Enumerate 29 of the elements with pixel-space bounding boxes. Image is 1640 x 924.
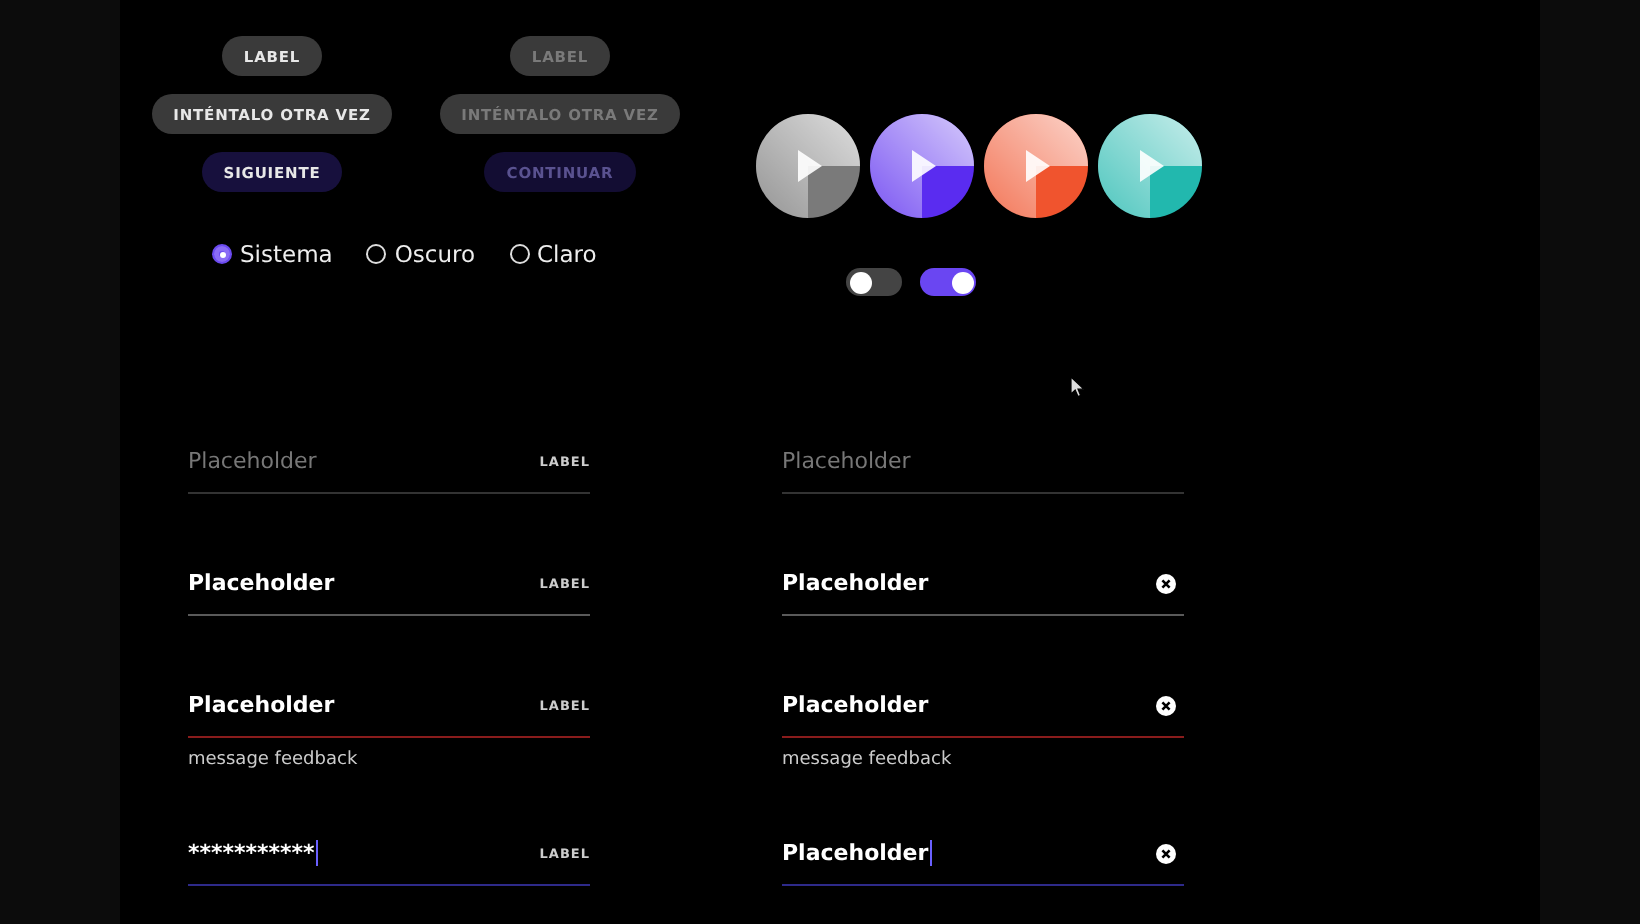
field-value: Placeholder	[782, 692, 929, 718]
theme-radio[interactable]: Claro	[509, 240, 597, 268]
input-field[interactable]: Placeholder	[782, 682, 1184, 738]
theme-radio[interactable]: Sistema	[212, 240, 333, 268]
field-placeholder: Placeholder	[188, 448, 317, 474]
field-value: Placeholder	[782, 840, 929, 866]
toggle-switch[interactable]	[920, 268, 976, 296]
toggle-switch[interactable]	[846, 268, 902, 296]
play-button[interactable]	[984, 114, 1088, 218]
field-value: Placeholder	[782, 570, 929, 596]
field-value: Placeholder	[188, 692, 335, 718]
play-button[interactable]	[756, 114, 860, 218]
text-caret	[930, 840, 933, 866]
theme-radio[interactable]: Oscuro	[366, 240, 475, 268]
input-field[interactable]: Placeholder	[782, 830, 1184, 886]
play-button[interactable]	[1098, 114, 1202, 218]
feedback-message: message feedback	[188, 750, 360, 774]
clear-icon[interactable]	[1156, 695, 1176, 715]
input-field[interactable]: Placeholder	[782, 560, 1184, 616]
feedback-message: message feedback	[782, 750, 954, 774]
clear-icon[interactable]	[1156, 843, 1176, 863]
field-placeholder: Placeholder	[782, 448, 911, 474]
play-button[interactable]	[870, 114, 974, 218]
clear-icon[interactable]	[1156, 573, 1176, 593]
field-value: Placeholder	[188, 570, 335, 596]
input-field[interactable]: Placeholder	[782, 438, 1184, 494]
text-caret	[316, 840, 319, 866]
field-value: ***********	[188, 840, 315, 866]
mouse-pointer-icon	[1070, 376, 1086, 398]
